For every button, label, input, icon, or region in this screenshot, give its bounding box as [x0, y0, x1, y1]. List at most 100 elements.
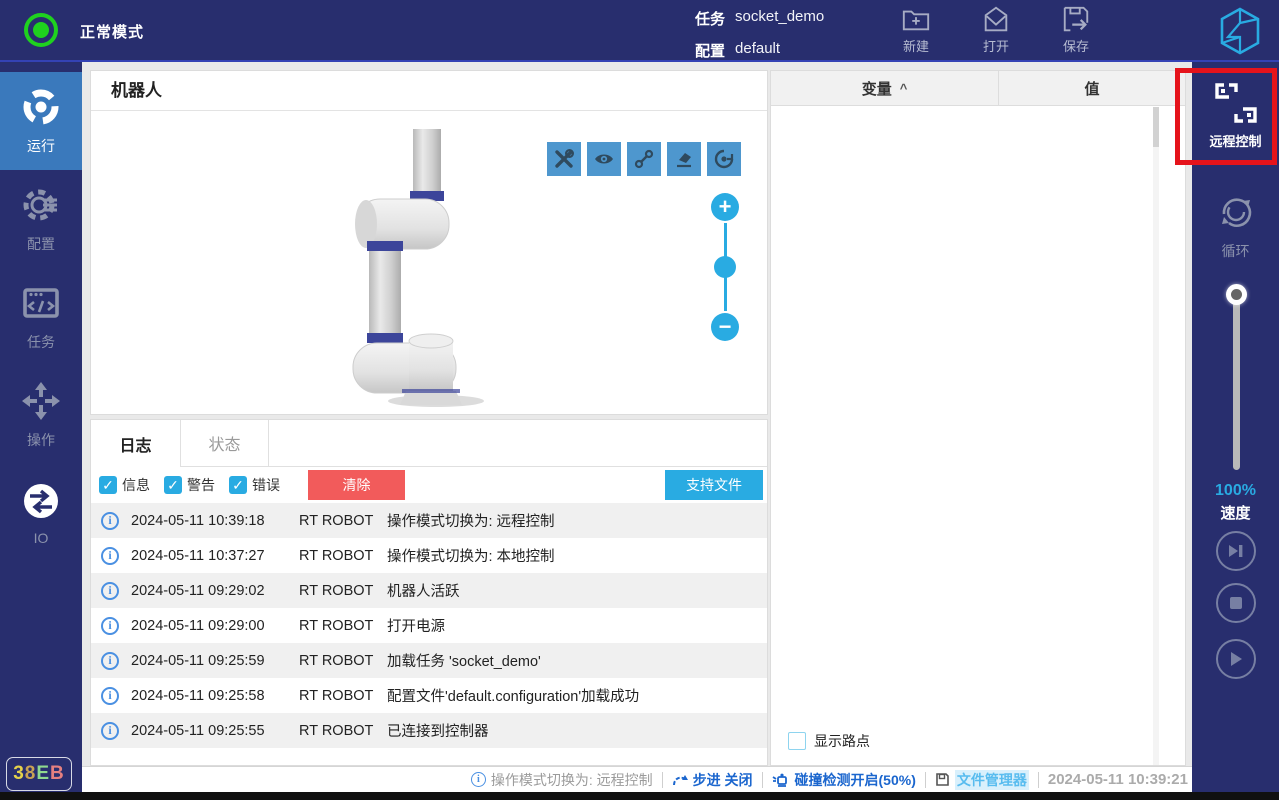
- show-waypoints-row: 显示路点: [788, 731, 870, 751]
- view-toolbar: [547, 142, 741, 176]
- speed-slider-knob[interactable]: [1226, 284, 1247, 305]
- clear-log-button[interactable]: 清除: [308, 470, 405, 500]
- eraser-button[interactable]: [667, 142, 701, 176]
- collision-detect-item[interactable]: 碰撞检测开启(50%): [772, 770, 916, 790]
- speed-percent: 100%: [1192, 482, 1279, 500]
- sidebar-item-operate[interactable]: 操作: [0, 366, 82, 464]
- divider: [925, 772, 926, 788]
- log-row[interactable]: i 2024-05-11 09:25:58 RT ROBOT 配置文件'defa…: [91, 678, 767, 713]
- log-row[interactable]: i 2024-05-11 09:29:00 RT ROBOT 打开电源: [91, 608, 767, 643]
- sidebar-item-run[interactable]: 运行: [0, 72, 82, 170]
- log-list: i 2024-05-11 10:39:18 RT ROBOT 操作模式切换为: …: [91, 503, 767, 748]
- log-time: 2024-05-11 09:29:00: [131, 618, 299, 634]
- log-row[interactable]: i 2024-05-11 09:25:55 RT ROBOT 已连接到控制器: [91, 713, 767, 748]
- remote-control-button[interactable]: 远程控制: [1192, 82, 1279, 150]
- path-button[interactable]: [627, 142, 661, 176]
- log-row[interactable]: i 2024-05-11 09:25:59 RT ROBOT 加载任务 'soc…: [91, 643, 767, 678]
- filter-warning-label: 警告: [187, 475, 215, 495]
- play-icon: [1228, 650, 1244, 668]
- file-manager-item[interactable]: 文件管理器: [935, 770, 1029, 790]
- sidebar-item-task[interactable]: 任务: [0, 268, 82, 366]
- scrollbar-thumb[interactable]: [1153, 107, 1159, 147]
- log-message: 操作模式切换为: 本地控制: [387, 545, 767, 566]
- divider: [762, 772, 763, 788]
- variable-panel: 变量 ^ 值 显示路点: [770, 70, 1186, 766]
- robot-arm-3d-view[interactable]: [336, 111, 526, 411]
- open-icon: [981, 4, 1011, 34]
- filter-error-checkbox[interactable]: ✓: [229, 476, 247, 494]
- info-icon: i: [101, 652, 119, 670]
- visibility-button[interactable]: [587, 142, 621, 176]
- info-icon: i: [101, 687, 119, 705]
- support-file-button[interactable]: 支持文件: [665, 470, 763, 500]
- save-task-button[interactable]: 保存: [1044, 4, 1108, 55]
- log-message: 机器人活跃: [387, 580, 767, 601]
- variable-table-header: 变量 ^ 值: [771, 71, 1185, 106]
- filter-warning-checkbox[interactable]: ✓: [164, 476, 182, 494]
- filter-info-checkbox[interactable]: ✓: [99, 476, 117, 494]
- log-message: 加载任务 'socket_demo': [387, 650, 767, 671]
- log-source: RT ROBOT: [299, 723, 387, 739]
- loop-button[interactable]: 循环: [1192, 190, 1279, 261]
- robot-panel: 机器人: [90, 70, 768, 415]
- sidebar-item-config[interactable]: 配置: [0, 170, 82, 268]
- status-datetime: 2024-05-11 10:39:21: [1048, 771, 1188, 788]
- status-bar: i 操作模式切换为: 远程控制 步进 关闭 碰撞检测开启(50%) 文件管理器 …: [82, 766, 1192, 792]
- log-row[interactable]: i 2024-05-11 09:29:02 RT ROBOT 机器人活跃: [91, 573, 767, 608]
- new-task-button[interactable]: 新建: [884, 4, 948, 55]
- log-message: 操作模式切换为: 远程控制: [387, 510, 767, 531]
- sidebar-item-label: IO: [34, 530, 49, 546]
- eye-icon: [593, 148, 615, 170]
- stop-button[interactable]: [1216, 583, 1256, 623]
- log-message: 已连接到控制器: [387, 720, 767, 741]
- sidebar-item-label: 配置: [27, 234, 55, 254]
- collision-detect-label: 碰撞检测开启(50%): [795, 770, 916, 790]
- save-label: 保存: [1063, 36, 1089, 55]
- info-icon: i: [471, 772, 486, 787]
- info-icon: i: [101, 722, 119, 740]
- left-sidebar: 运行 配置 任务 操作: [0, 62, 82, 792]
- log-filter-row: ✓ 信息 ✓ 警告 ✓ 错误 清除 支持文件: [91, 467, 767, 503]
- zoom-slider-knob[interactable]: [714, 256, 736, 278]
- speed-slider[interactable]: [1228, 284, 1244, 474]
- path-icon: [633, 148, 655, 170]
- zoom-in-button[interactable]: +: [711, 193, 739, 221]
- speed-slider-track[interactable]: [1233, 292, 1240, 470]
- column-header-value[interactable]: 值: [999, 71, 1185, 105]
- status-message: 操作模式切换为: 远程控制: [491, 770, 653, 790]
- build-code-badge: 38EB: [6, 757, 72, 791]
- file-manager-icon: [935, 772, 950, 787]
- stop-icon: [1229, 596, 1243, 610]
- task-label: 任务: [695, 8, 725, 29]
- info-icon: i: [101, 582, 119, 600]
- file-manager-label: 文件管理器: [955, 770, 1029, 790]
- log-row[interactable]: i 2024-05-11 10:39:18 RT ROBOT 操作模式切换为: …: [91, 503, 767, 538]
- sidebar-item-label: 运行: [27, 136, 55, 156]
- normal-mode-status-icon: [24, 13, 58, 47]
- step-next-button[interactable]: [1216, 531, 1256, 571]
- move-arrows-icon: [21, 381, 61, 421]
- log-row[interactable]: i 2024-05-11 10:37:27 RT ROBOT 操作模式切换为: …: [91, 538, 767, 573]
- variable-scrollbar[interactable]: [1153, 107, 1159, 765]
- tab-status[interactable]: 状态: [181, 420, 269, 466]
- log-time: 2024-05-11 10:37:27: [131, 548, 299, 564]
- open-task-button[interactable]: 打开: [964, 4, 1028, 55]
- tab-log[interactable]: 日志: [91, 420, 181, 467]
- log-message: 配置文件'default.configuration'加载成功: [387, 685, 767, 706]
- info-icon: i: [101, 617, 119, 635]
- tools-button[interactable]: [547, 142, 581, 176]
- sidebar-item-io[interactable]: IO: [0, 464, 82, 562]
- column-header-variable[interactable]: 变量 ^: [771, 71, 999, 105]
- filter-info-label: 信息: [122, 475, 150, 495]
- show-waypoints-checkbox[interactable]: [788, 732, 806, 750]
- play-button[interactable]: [1216, 639, 1256, 679]
- zoom-out-button[interactable]: −: [711, 313, 739, 341]
- new-label: 新建: [903, 36, 929, 55]
- config-field: 配置 default: [695, 40, 780, 61]
- badge-char: E: [36, 763, 50, 785]
- log-panel: 日志 状态 ✓ 信息 ✓ 警告 ✓ 错误 清除 支持文件 i 2024-05-1…: [90, 419, 768, 766]
- remote-control-label: 远程控制: [1209, 131, 1261, 150]
- reset-view-button[interactable]: [707, 142, 741, 176]
- step-mode-item[interactable]: 步进 关闭: [672, 770, 753, 790]
- top-bar: 正常模式 任务 socket_demo 配置 default 新建 打开 保存: [0, 0, 1279, 62]
